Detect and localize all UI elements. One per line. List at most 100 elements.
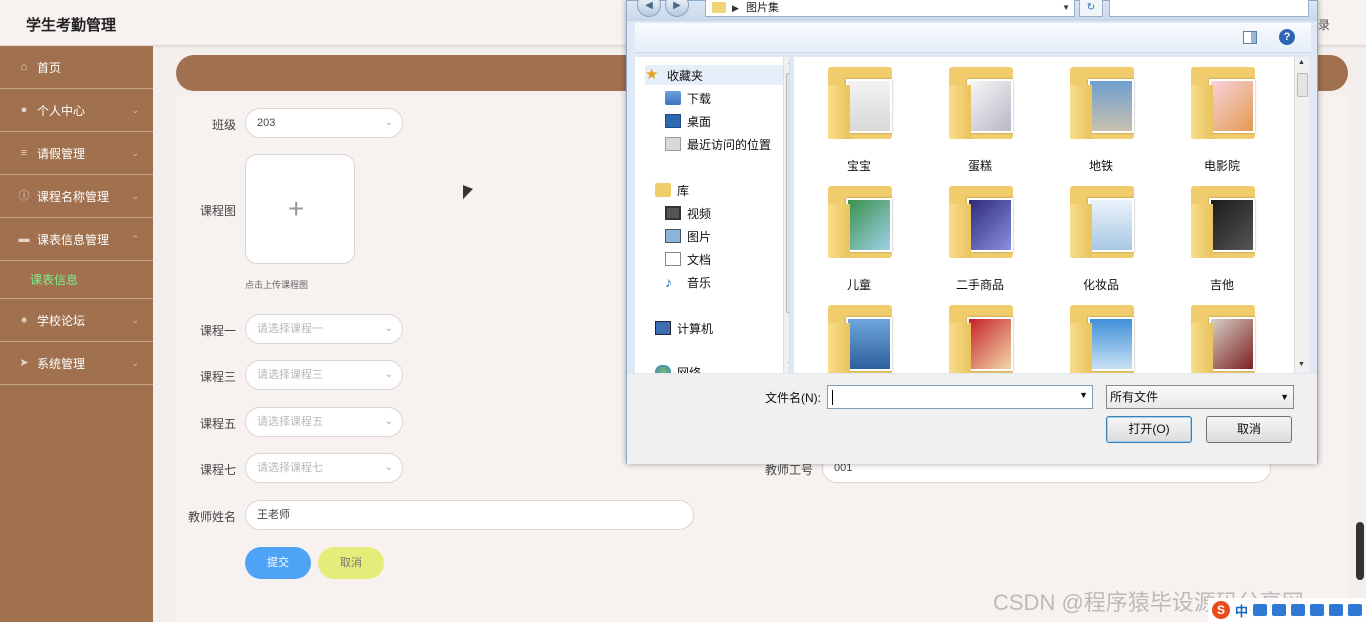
nav-computer[interactable]: 计算机 xyxy=(655,318,713,338)
folder-item[interactable]: 地铁 xyxy=(1051,61,1151,177)
punctuation-icon[interactable] xyxy=(1272,604,1287,616)
course5-select[interactable]: 请选择课程五 ⌄ xyxy=(245,407,403,437)
user-icon: ● xyxy=(20,104,28,116)
search-input[interactable] xyxy=(1109,0,1309,17)
sidebar-item-label: 系统管理 xyxy=(37,356,86,371)
course5-placeholder: 请选择课程五 xyxy=(257,416,323,428)
course3-placeholder: 请选择课程三 xyxy=(257,369,323,381)
scroll-thumb[interactable] xyxy=(786,73,789,313)
address-bar[interactable]: ▶ 图片集 ▼ xyxy=(705,0,1075,17)
nav-videos[interactable]: 视频 xyxy=(665,203,711,223)
chevron-down-icon[interactable]: ▼ xyxy=(1079,390,1088,400)
chevron-down-icon: ⌄ xyxy=(384,323,393,334)
folder-item[interactable]: 吉他 xyxy=(1172,180,1272,296)
folder-item[interactable]: 宝宝 xyxy=(809,61,909,177)
class-select[interactable]: 203 ⌄ xyxy=(245,108,403,138)
sidebar-subitem-schedule-info[interactable]: 课表信息 xyxy=(0,261,153,299)
teacher-name-input[interactable]: 王老师 xyxy=(245,500,694,530)
nav-favorites[interactable]: ★ 收藏夹 xyxy=(645,65,783,85)
scroll-up-icon[interactable]: ▲ xyxy=(787,59,789,66)
sidebar-item-schedule[interactable]: ▬ 课表信息管理 ⌃ xyxy=(0,218,153,261)
chevron-down-icon: ⌄ xyxy=(384,369,393,380)
folder-label: 二手商品 xyxy=(955,278,1004,292)
ime-mode-toggle[interactable]: 中 xyxy=(1235,601,1248,620)
folder-item[interactable]: 儿童 xyxy=(809,180,909,296)
course1-select[interactable]: 请选择课程一 ⌄ xyxy=(245,314,403,344)
music-icon: ♪ xyxy=(665,274,672,290)
folder-icon xyxy=(949,67,1013,139)
text-caret xyxy=(832,390,833,405)
sidebar-item-system[interactable]: ➤ 系统管理 ⌄ xyxy=(0,342,153,385)
filetype-select[interactable]: 所有文件 ▼ xyxy=(1106,385,1294,409)
cancel-button[interactable]: 取消 xyxy=(318,547,384,579)
scroll-down-icon[interactable]: ▼ xyxy=(787,361,789,368)
user-icon[interactable] xyxy=(1310,604,1325,616)
open-button[interactable]: 打开(O) xyxy=(1106,416,1192,443)
nav-scrollbar[interactable]: ▲ ▼ xyxy=(783,57,789,373)
recent-places-icon xyxy=(665,137,681,151)
sidebar-item-course-name[interactable]: ⓘ 课程名称管理 ⌄ xyxy=(0,175,153,218)
ime-logo-icon[interactable]: S xyxy=(1212,601,1230,619)
folder-item[interactable]: 二手商品 xyxy=(930,180,1030,296)
scroll-down-icon[interactable]: ▼ xyxy=(1298,361,1305,368)
class-select-value: 203 xyxy=(257,117,276,129)
nav-recent[interactable]: 最近访问的位置 xyxy=(665,134,771,154)
folder-item[interactable] xyxy=(1051,299,1151,373)
dialog-cancel-button[interactable]: 取消 xyxy=(1206,416,1292,443)
course3-select[interactable]: 请选择课程三 ⌄ xyxy=(245,360,403,390)
thumb-icon: ♠ xyxy=(21,314,27,326)
nav-music[interactable]: ♪ 音乐 xyxy=(665,272,711,292)
nav-documents[interactable]: 文档 xyxy=(665,249,711,269)
preview-pane-icon[interactable] xyxy=(1243,31,1257,44)
chevron-up-icon: ⌃ xyxy=(131,234,139,244)
scroll-up-icon[interactable]: ▲ xyxy=(1298,59,1305,66)
folder-item[interactable] xyxy=(1172,299,1272,373)
chevron-down-icon: ⌄ xyxy=(384,117,393,128)
folder-icon xyxy=(1191,186,1255,258)
sidebar-item-personal-center[interactable]: ● 个人中心 ⌄ xyxy=(0,89,153,132)
chevron-down-icon[interactable]: ▼ xyxy=(1062,0,1070,16)
folder-item[interactable]: 化妆品 xyxy=(1051,180,1151,296)
file-list-scrollbar[interactable]: ▲ ▼ xyxy=(1294,57,1309,373)
sidebar-item-forum[interactable]: ♠ 学校论坛 ⌄ xyxy=(0,299,153,342)
submit-button[interactable]: 提交 xyxy=(245,547,311,579)
filename-input[interactable]: ▼ xyxy=(827,385,1093,409)
nav-label: 计算机 xyxy=(677,321,714,336)
folder-icon xyxy=(1070,67,1134,139)
course-image-upload[interactable]: + xyxy=(245,154,355,264)
scroll-thumb[interactable] xyxy=(1297,73,1308,97)
help-icon[interactable]: ? xyxy=(1279,29,1295,45)
nav-libraries[interactable]: 库 xyxy=(655,180,689,200)
nav-network[interactable]: 网络 xyxy=(655,362,701,373)
separator-icon: ▶ xyxy=(732,3,739,13)
keyboard-icon[interactable] xyxy=(1291,604,1306,616)
address-path: 图片集 xyxy=(746,2,779,14)
folder-label: 化妆品 xyxy=(1082,278,1119,292)
course7-select[interactable]: 请选择课程七 ⌄ xyxy=(245,453,403,483)
logout-link[interactable]: 录 xyxy=(1318,16,1330,33)
page-scrollbar[interactable] xyxy=(1356,522,1364,580)
course3-label: 课程三 xyxy=(199,370,236,384)
course7-label: 课程七 xyxy=(199,463,236,477)
nav-desktop[interactable]: 桌面 xyxy=(665,111,711,131)
sidebar-item-label: 个人中心 xyxy=(37,103,86,118)
folder-item[interactable]: 电影院 xyxy=(1172,61,1272,177)
sidebar-item-leave[interactable]: ≡ 请假管理 ⌄ xyxy=(0,132,153,175)
folder-icon xyxy=(828,186,892,258)
folder-item[interactable] xyxy=(930,299,1030,373)
nav-downloads[interactable]: 下载 xyxy=(665,88,711,108)
course1-placeholder: 请选择课程一 xyxy=(257,323,323,335)
desktop-icon xyxy=(665,114,681,128)
folder-item[interactable]: 蛋糕 xyxy=(930,61,1030,177)
tools-icon[interactable] xyxy=(1348,604,1363,616)
folder-item[interactable] xyxy=(809,299,909,373)
dialog-footer: 文件名(N): ▼ 所有文件 ▼ 打开(O) 取消 xyxy=(627,374,1317,464)
moon-icon[interactable] xyxy=(1253,604,1268,616)
sidebar-item-home[interactable]: ⌂ 首页 xyxy=(0,46,153,89)
nav-pictures[interactable]: 图片 xyxy=(665,226,711,246)
sidebar-item-label: 首页 xyxy=(37,60,62,75)
navigation-pane: ★ 收藏夹 下载 桌面 最近访问的位置 库 视频 图片 文档 ♪ 音乐 计算机 … xyxy=(635,57,790,373)
shirt-icon[interactable] xyxy=(1329,604,1344,616)
document-icon xyxy=(665,252,681,266)
refresh-button[interactable]: ↻ xyxy=(1079,0,1103,17)
